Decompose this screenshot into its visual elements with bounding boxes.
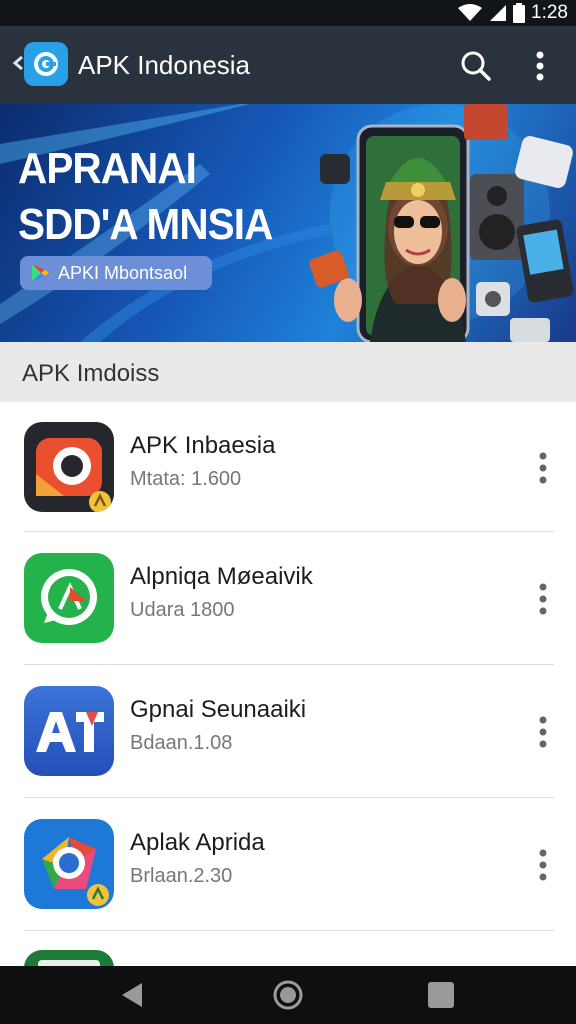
- more-vertical-icon[interactable]: [528, 577, 558, 621]
- banner-chip[interactable]: APKI Mbontsaol: [20, 256, 212, 290]
- app-name: Aplak Aprida: [130, 829, 265, 856]
- app-bar: APK Indonesia: [0, 26, 576, 104]
- app-name: APK Inbaesia: [130, 432, 276, 459]
- more-vertical-icon[interactable]: [528, 446, 558, 490]
- list-item-app-4[interactable]: Aplak Aprida Brlaan.2.30: [0, 799, 576, 931]
- status-time: 1:28: [531, 2, 568, 23]
- blue-chrome-app-icon: [24, 819, 114, 909]
- green-chat-app-icon: [24, 553, 114, 643]
- list-item-app-2[interactable]: Alpniqa Møeaivik Udara 1800: [0, 533, 576, 665]
- divider: [24, 531, 554, 532]
- banner-illustration: [309, 104, 574, 342]
- more-vertical-icon[interactable]: [522, 46, 558, 86]
- banner-headline-2: SDD'A MNSIA: [18, 200, 273, 249]
- more-vertical-icon[interactable]: [528, 710, 558, 754]
- red-camera-app-icon: [24, 422, 114, 512]
- banner-chip-label: APKI Mbontsaol: [58, 262, 188, 283]
- divider: [24, 664, 554, 665]
- system-nav-bar: [0, 966, 576, 1024]
- list-item-app-1[interactable]: APK Inbaesia Mtata: 1.600: [0, 402, 576, 534]
- play-store-icon: [32, 264, 49, 282]
- divider: [24, 930, 554, 931]
- app-title: APK Indonesia: [78, 50, 251, 80]
- nav-home-icon[interactable]: [272, 979, 304, 1011]
- battery-icon: [513, 3, 526, 23]
- section-header: APK Imdoiss: [0, 342, 576, 402]
- list-item-app-5[interactable]: [0, 932, 576, 966]
- nav-recents-icon[interactable]: [428, 982, 454, 1008]
- section-title: APK Imdoiss: [22, 360, 160, 387]
- green-app-icon: [24, 950, 114, 966]
- back-chevron-icon[interactable]: [12, 56, 24, 70]
- signal-icon: [490, 5, 507, 21]
- wifi-icon: [458, 4, 483, 21]
- app-name: Alpniqa Møeaivik: [130, 563, 313, 590]
- list-item-app-3[interactable]: Gpnai Seunaaiki Bdaan.1.08: [0, 666, 576, 798]
- nav-back-icon[interactable]: [118, 980, 148, 1010]
- banner-headline-1: APRANAI: [18, 144, 197, 193]
- app-logo-icon: [34, 52, 58, 76]
- app-meta: Bdaan.1.08: [130, 732, 233, 754]
- status-icons: 1:28: [457, 2, 568, 24]
- app-meta: Mtata: 1.600: [130, 468, 242, 490]
- search-icon[interactable]: [456, 46, 496, 86]
- blue-a-app-icon: [24, 686, 114, 776]
- more-vertical-icon[interactable]: [528, 843, 558, 887]
- divider: [24, 797, 554, 798]
- app-meta: Udara 1800: [130, 599, 235, 621]
- promo-banner[interactable]: APRANAI SDD'A MNSIA APKI Mbontsaol: [0, 104, 576, 342]
- app-meta: Brlaan.2.30: [130, 865, 233, 887]
- status-bar: 1:28: [0, 0, 576, 26]
- app-name: Gpnai Seunaaiki: [130, 696, 307, 723]
- app-logo: [24, 42, 68, 86]
